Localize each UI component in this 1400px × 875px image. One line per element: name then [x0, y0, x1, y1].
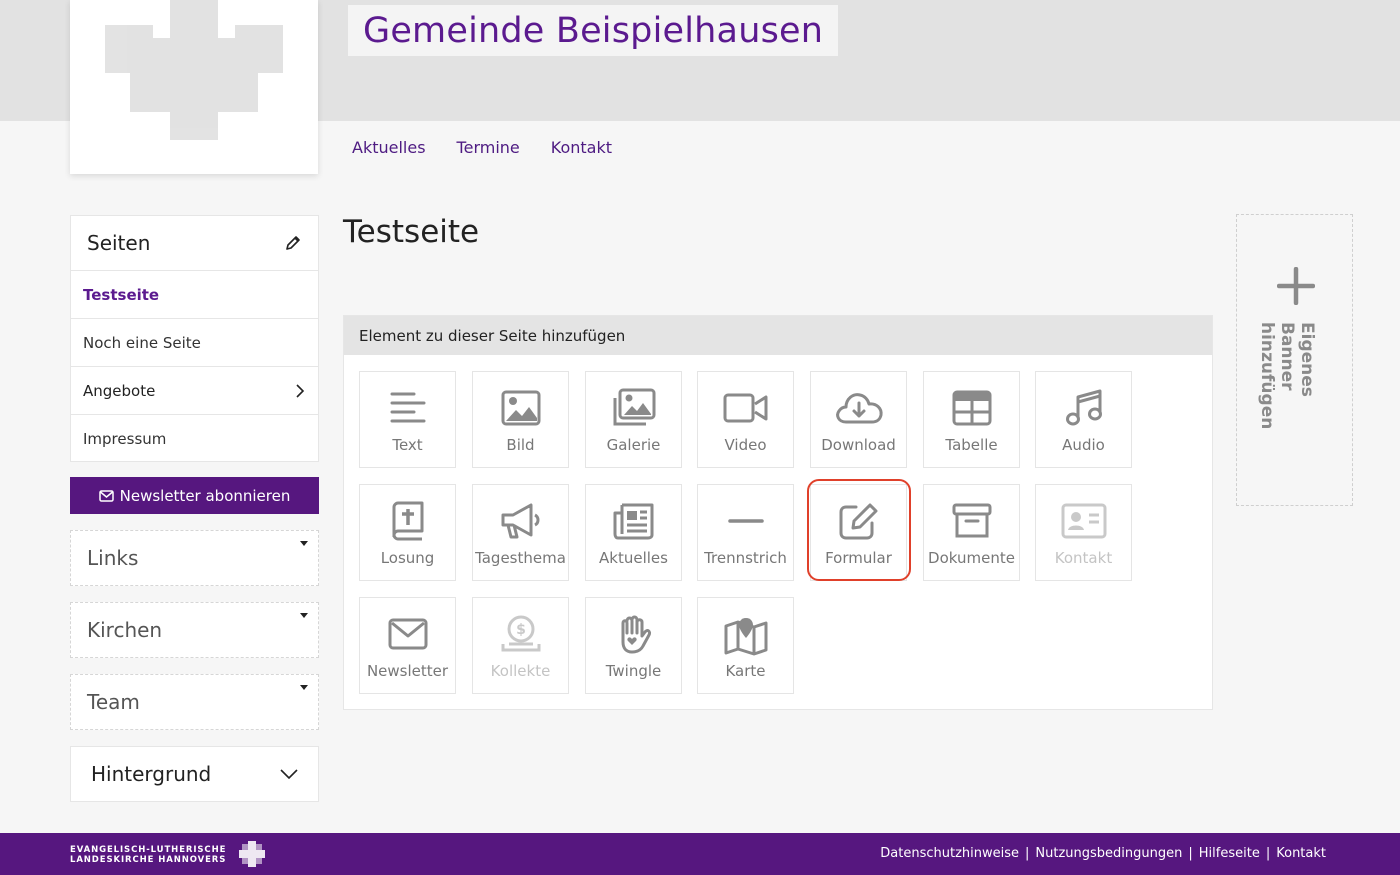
element-tile-formular[interactable]: Formular: [810, 484, 907, 581]
image-icon: [501, 390, 540, 426]
pages-card: Seiten Testseite Noch eine Seite Angebot…: [70, 215, 319, 462]
top-navigation: Aktuelles Termine Kontakt: [352, 138, 612, 157]
background-toggle[interactable]: Hintergrund: [70, 746, 319, 802]
element-tile-losung[interactable]: Losung: [359, 484, 456, 581]
element-tile-video[interactable]: Video: [697, 371, 794, 468]
footer-links: Datenschutzhinweise | Nutzungsbedingunge…: [880, 846, 1326, 861]
envelope-icon: [388, 618, 427, 650]
table-icon: [952, 390, 991, 426]
element-tile-audio[interactable]: Audio: [1035, 371, 1132, 468]
pages-header: Seiten: [71, 216, 318, 271]
archive-icon: [952, 503, 991, 538]
add-banner-label[interactable]: Eigenes Banner hinzufügen: [1257, 322, 1317, 462]
element-tile-twingle[interactable]: Twingle: [585, 597, 682, 694]
newspaper-icon: [613, 503, 653, 540]
donation-icon: $: [501, 615, 540, 652]
element-tile-dokumente[interactable]: Dokumente: [923, 484, 1020, 581]
chevron-right-icon[interactable]: [294, 383, 306, 398]
site-logo[interactable]: [70, 0, 318, 174]
page-item-testseite[interactable]: Testseite: [71, 271, 318, 319]
page-item-angebote[interactable]: Angebote: [71, 367, 318, 415]
cross-logo-icon: [105, 0, 283, 140]
element-tile-text[interactable]: Text: [359, 371, 456, 468]
panel-title: Element zu dieser Seite hinzufügen: [344, 316, 1212, 355]
footer-link-hilfeseite[interactable]: Hilfeseite: [1199, 846, 1260, 861]
video-icon: [723, 393, 767, 423]
footer-separator: |: [1265, 846, 1271, 861]
text-icon: [390, 392, 425, 423]
church-cross-logo-icon: [239, 841, 265, 867]
pencil-icon[interactable]: [284, 234, 302, 252]
element-tile-galerie[interactable]: Galerie: [585, 371, 682, 468]
footer-separator: |: [1188, 846, 1193, 861]
music-icon: [1065, 389, 1102, 426]
newsletter-subscribe-button[interactable]: Newsletter abonnieren: [70, 477, 319, 514]
plus-icon: [1277, 267, 1315, 305]
map-icon: [724, 618, 767, 656]
element-tile-newsletter[interactable]: Newsletter: [359, 597, 456, 694]
widget-team[interactable]: Team: [70, 674, 319, 730]
element-tile-trennstrich[interactable]: Trennstrich: [697, 484, 794, 581]
svg-text:$: $: [516, 622, 526, 638]
contact-card-icon: [1061, 503, 1106, 539]
footer-brand[interactable]: EVANGELISCH-LUTHERISCHE LANDESKIRCHE HAN…: [70, 845, 226, 865]
page-item-noch-eine-seite[interactable]: Noch eine Seite: [71, 319, 318, 367]
page-title: Testseite: [343, 214, 480, 250]
caret-down-icon[interactable]: [300, 613, 308, 618]
element-tile-tabelle[interactable]: Tabelle: [923, 371, 1020, 468]
element-tile-kollekte[interactable]: $ Kollekte: [472, 597, 569, 694]
divider-icon: [727, 519, 764, 523]
edit-form-icon: [839, 503, 877, 540]
nav-kontakt[interactable]: Kontakt: [551, 138, 612, 157]
footer-link-datenschutz[interactable]: Datenschutzhinweise: [880, 846, 1019, 861]
footer: EVANGELISCH-LUTHERISCHE LANDESKIRCHE HAN…: [0, 833, 1400, 875]
element-tile-karte[interactable]: Karte: [697, 597, 794, 694]
widget-kirchen[interactable]: Kirchen: [70, 602, 319, 658]
footer-link-nutzungsbedingungen[interactable]: Nutzungsbedingungen: [1035, 846, 1182, 861]
element-tile-kontakt[interactable]: Kontakt: [1035, 484, 1132, 581]
hand-heart-icon: [621, 615, 651, 654]
nav-termine[interactable]: Termine: [457, 138, 520, 157]
pages-title: Seiten: [87, 231, 151, 255]
caret-down-icon[interactable]: [300, 685, 308, 690]
footer-separator: |: [1025, 846, 1030, 861]
megaphone-icon: [501, 503, 539, 539]
caret-down-icon[interactable]: [300, 541, 308, 546]
page-item-impressum[interactable]: Impressum: [71, 415, 318, 463]
widget-links[interactable]: Links: [70, 530, 319, 586]
cloud-download-icon: [835, 393, 883, 424]
chevron-down-icon[interactable]: [280, 769, 298, 779]
element-tile-bild[interactable]: Bild: [472, 371, 569, 468]
gallery-icon: [613, 388, 655, 426]
element-tile-tagesthema[interactable]: Tagesthema: [472, 484, 569, 581]
site-title[interactable]: Gemeinde Beispielhausen: [348, 5, 839, 56]
envelope-icon: [98, 489, 114, 502]
footer-link-kontakt[interactable]: Kontakt: [1276, 846, 1326, 861]
element-tile-aktuelles[interactable]: Aktuelles: [585, 484, 682, 581]
element-tile-download[interactable]: Download: [810, 371, 907, 468]
nav-aktuelles[interactable]: Aktuelles: [352, 138, 426, 157]
bible-icon: [392, 501, 423, 541]
